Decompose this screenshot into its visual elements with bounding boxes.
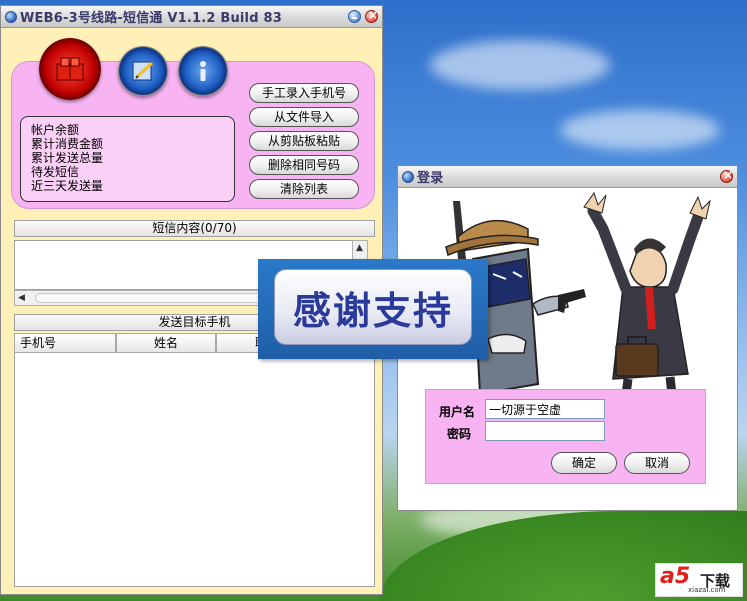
column-header-name[interactable]: 姓名 xyxy=(116,333,216,353)
desktop-cloud xyxy=(430,40,610,90)
username-input[interactable] xyxy=(485,399,605,419)
paste-clipboard-button[interactable]: 从剪贴板粘贴 xyxy=(249,131,359,151)
watermark-url: xiazai.com xyxy=(688,586,726,594)
desktop-cloud xyxy=(560,110,720,150)
remove-duplicates-button[interactable]: 删除相同号码 xyxy=(249,155,359,175)
stat-recent-sent: 近三天发送量 xyxy=(31,179,104,193)
send-button[interactable] xyxy=(39,38,101,100)
stat-balance: 帐户余额 xyxy=(31,123,80,137)
column-header-phone[interactable]: 手机号 xyxy=(14,333,116,353)
watermark-logo: a5 xyxy=(660,564,691,589)
settings-button[interactable] xyxy=(118,46,168,96)
import-file-button[interactable]: 从文件导入 xyxy=(249,107,359,127)
scroll-left-icon[interactable]: ◀ xyxy=(18,293,25,303)
minimize-button[interactable] xyxy=(348,10,361,23)
manual-entry-button[interactable]: 手工录入手机号 xyxy=(249,83,359,103)
close-button[interactable] xyxy=(365,8,378,23)
send-icon xyxy=(56,57,84,81)
app-orb-icon xyxy=(5,10,17,23)
thanks-banner-plate: 感谢支持 xyxy=(274,269,472,345)
thanks-banner: 感谢支持 xyxy=(258,259,488,359)
clear-list-button[interactable]: 清除列表 xyxy=(249,179,359,199)
site-watermark: a5 下载 xiazai.com xyxy=(655,563,743,597)
login-title: 登录 xyxy=(417,171,444,186)
username-label: 用户名 xyxy=(439,405,476,419)
login-orb-icon xyxy=(402,170,414,183)
info-icon xyxy=(200,61,206,81)
info-button[interactable] xyxy=(178,46,228,96)
password-input[interactable] xyxy=(485,421,605,441)
target-phones-list[interactable] xyxy=(14,333,375,587)
login-ok-button[interactable]: 确定 xyxy=(551,452,617,474)
password-label: 密码 xyxy=(447,427,472,441)
scroll-up-icon[interactable]: ▲ xyxy=(356,243,363,253)
stat-pending: 待发短信 xyxy=(31,165,80,179)
thanks-banner-text: 感谢支持 xyxy=(292,287,453,333)
account-stats-box: 帐户余额 累计消费金额 累计发送总量 待发短信 近三天发送量 xyxy=(20,116,235,202)
edit-icon xyxy=(132,61,154,81)
stat-total-spent: 累计消费金额 xyxy=(31,137,104,151)
main-window-title: WEB6-3号线路-短信通 V1.1.2 Build 83 xyxy=(20,11,282,26)
login-close-button[interactable] xyxy=(720,168,733,183)
login-titlebar[interactable]: 登录 xyxy=(398,166,737,188)
scroll-thumb[interactable] xyxy=(35,293,295,303)
login-form: 用户名 密码 确定 取消 xyxy=(425,389,706,484)
main-titlebar[interactable]: WEB6-3号线路-短信通 V1.1.2 Build 83 xyxy=(1,6,382,28)
stat-total-sent: 累计发送总量 xyxy=(31,151,104,165)
sms-content-header: 短信内容(0/70) xyxy=(14,220,375,237)
login-cancel-button[interactable]: 取消 xyxy=(624,452,690,474)
